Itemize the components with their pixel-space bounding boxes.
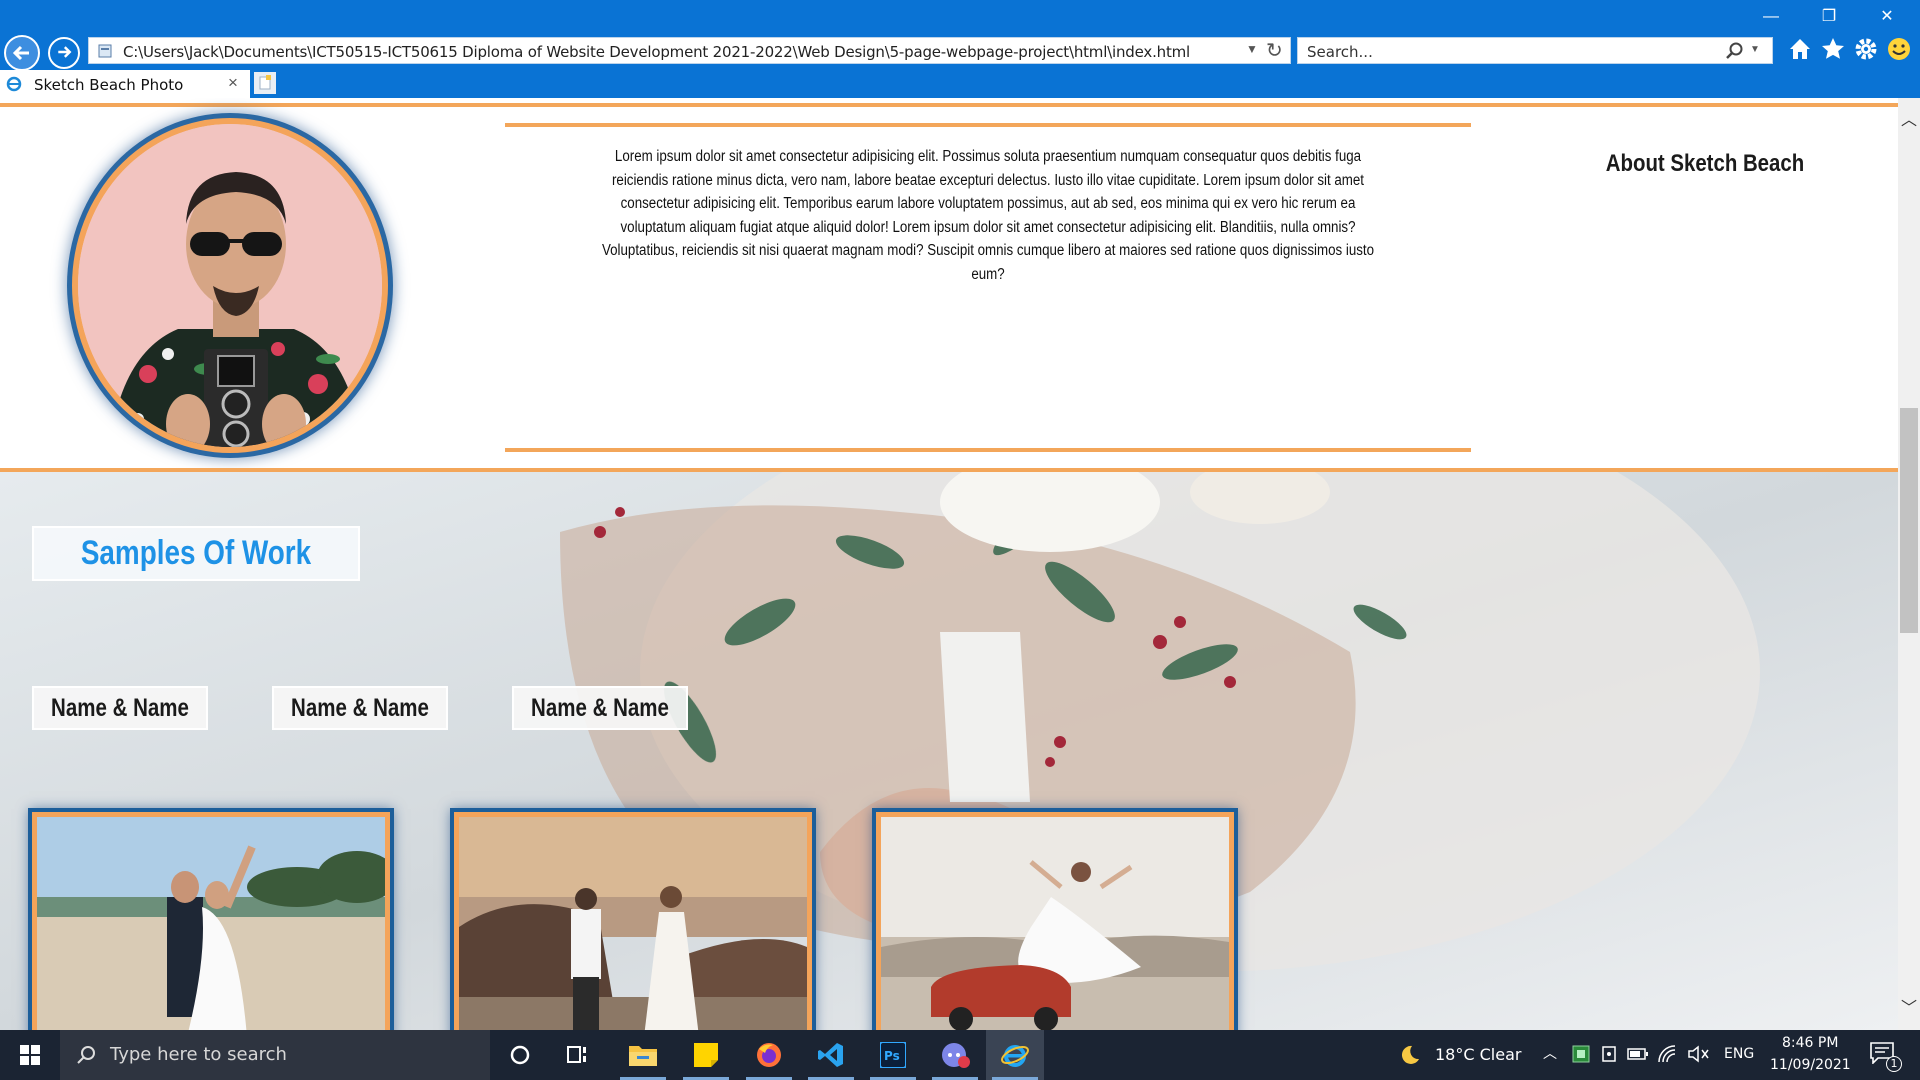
ie-tab-icon (6, 76, 22, 92)
refresh-icon[interactable]: ↻ (1266, 38, 1283, 63)
taskbar-search-box[interactable]: Type here to search (60, 1030, 490, 1080)
cortana-circle-icon (510, 1045, 530, 1065)
minimize-button[interactable]: — (1742, 0, 1800, 34)
work-sample-bride-car[interactable] (876, 812, 1234, 1030)
name-button-1[interactable]: Name & Name (32, 686, 208, 730)
browser-tab[interactable]: Sketch Beach Photo × (0, 70, 250, 98)
browser-chrome: — ❐ ✕ C:\Users\Jack\Documents\ICT50515-I… (0, 0, 1920, 98)
work-sample-sunset-couple[interactable] (454, 812, 812, 1030)
firefox-icon (757, 1043, 781, 1067)
weather-text[interactable]: 18°C Clear (1435, 1045, 1521, 1064)
internet-explorer-app[interactable] (986, 1030, 1044, 1080)
favorites-star-icon[interactable] (1820, 36, 1846, 62)
smiley-feedback-icon[interactable] (1886, 36, 1912, 62)
home-icon[interactable] (1787, 36, 1813, 62)
name-button-3[interactable]: Name & Name (512, 686, 688, 730)
back-arrow-icon (12, 45, 29, 61)
search-dropdown-icon[interactable]: ▼ (1750, 44, 1760, 55)
photographer-illustration (78, 124, 382, 447)
cortana-button[interactable] (491, 1030, 549, 1080)
show-hidden-icons-icon[interactable]: ︿ (1543, 1043, 1557, 1063)
start-button[interactable] (0, 1030, 60, 1080)
photoshop-icon: Ps (880, 1042, 906, 1068)
address-dropdown-icon[interactable]: ▼ (1246, 42, 1258, 56)
scroll-down-icon[interactable]: ﹀ (1900, 994, 1918, 1018)
taskbar-search-placeholder: Type here to search (110, 1044, 287, 1065)
intro-bottom-rule (505, 448, 1471, 452)
tab-close-icon[interactable]: × (228, 73, 238, 93)
wifi-icon[interactable] (1657, 1044, 1677, 1064)
scroll-up-icon[interactable]: ︿ (1900, 106, 1918, 130)
vscode-icon (818, 1043, 843, 1067)
address-bar[interactable]: C:\Users\Jack\Documents\ICT50515-ICT5061… (88, 37, 1291, 64)
browser-search-box[interactable]: Search... ▼ (1297, 37, 1773, 64)
name-button-label: Name & Name (531, 694, 669, 722)
samples-section: Samples Of Work Name & Name Name & Name … (0, 472, 1898, 1030)
top-divider (0, 103, 1898, 107)
vertical-scrollbar[interactable]: ︿ ﹀ (1898, 98, 1920, 1030)
name-button-2[interactable]: Name & Name (272, 686, 448, 730)
restore-button[interactable]: ❐ (1800, 0, 1858, 34)
new-tab-icon (259, 75, 271, 90)
file-explorer-app[interactable] (614, 1030, 672, 1080)
forward-arrow-icon (58, 46, 72, 58)
task-view-icon (567, 1046, 586, 1063)
moon-weather-icon (1401, 1045, 1419, 1064)
address-text: C:\Users\Jack\Documents\ICT50515-ICT5061… (123, 43, 1191, 61)
page-icon (98, 44, 112, 58)
sunset-couple-photo (459, 817, 807, 1030)
firefox-app[interactable] (740, 1030, 798, 1080)
name-button-label: Name & Name (51, 694, 189, 722)
folder-icon (629, 1046, 657, 1066)
new-tab-button[interactable] (254, 72, 276, 94)
forward-button[interactable] (48, 37, 80, 69)
sticky-notes-app[interactable] (677, 1030, 735, 1080)
samples-heading-box: Samples Of Work (32, 526, 360, 581)
tab-title: Sketch Beach Photo (34, 76, 184, 94)
notifications-button[interactable]: 1 (1860, 1030, 1920, 1080)
windows-logo-icon (20, 1045, 40, 1065)
internet-explorer-icon (1001, 1045, 1029, 1067)
search-icon[interactable] (1726, 42, 1744, 60)
language-indicator[interactable]: ENG (1724, 1046, 1754, 1062)
name-button-label: Name & Name (291, 694, 429, 722)
back-button[interactable] (4, 35, 40, 71)
work-sample-beach-couple[interactable] (32, 812, 390, 1030)
notification-count: 1 (1886, 1056, 1902, 1072)
intro-top-rule (505, 123, 1471, 127)
sticky-note-icon (694, 1043, 718, 1067)
bride-car-photo (881, 817, 1229, 1030)
windows-taskbar: Type here to search Ps 18°C Clear ︿ ENG … (0, 1030, 1920, 1080)
about-heading: About Sketch Beach (1605, 150, 1805, 177)
scrollbar-thumb[interactable] (1900, 408, 1918, 633)
samples-heading: Samples Of Work (80, 534, 312, 572)
svg-text:Ps: Ps (884, 1049, 900, 1063)
intro-paragraph: Lorem ipsum dolor sit amet consectetur a… (601, 148, 1375, 283)
clock-time[interactable]: 8:46 PM (1782, 1035, 1838, 1051)
settings-gear-icon[interactable] (1853, 36, 1879, 62)
web-page: Lorem ipsum dolor sit amet consectetur a… (0, 98, 1920, 1030)
discord-icon (942, 1043, 970, 1068)
task-view-button[interactable] (549, 1030, 607, 1080)
speaker-muted-icon[interactable] (1688, 1045, 1710, 1063)
close-window-button[interactable]: ✕ (1858, 0, 1916, 34)
discord-app[interactable] (926, 1030, 984, 1080)
photoshop-app[interactable]: Ps (864, 1030, 922, 1080)
tray-app-icon[interactable] (1572, 1045, 1590, 1063)
search-icon (77, 1046, 95, 1064)
clock-date[interactable]: 11/09/2021 (1770, 1057, 1851, 1073)
browser-search-placeholder: Search... (1307, 43, 1373, 61)
vscode-app[interactable] (802, 1030, 860, 1080)
battery-icon[interactable] (1627, 1047, 1649, 1061)
profile-photo (72, 118, 388, 453)
device-icon[interactable] (1600, 1045, 1618, 1063)
beach-couple-photo (37, 817, 385, 1030)
